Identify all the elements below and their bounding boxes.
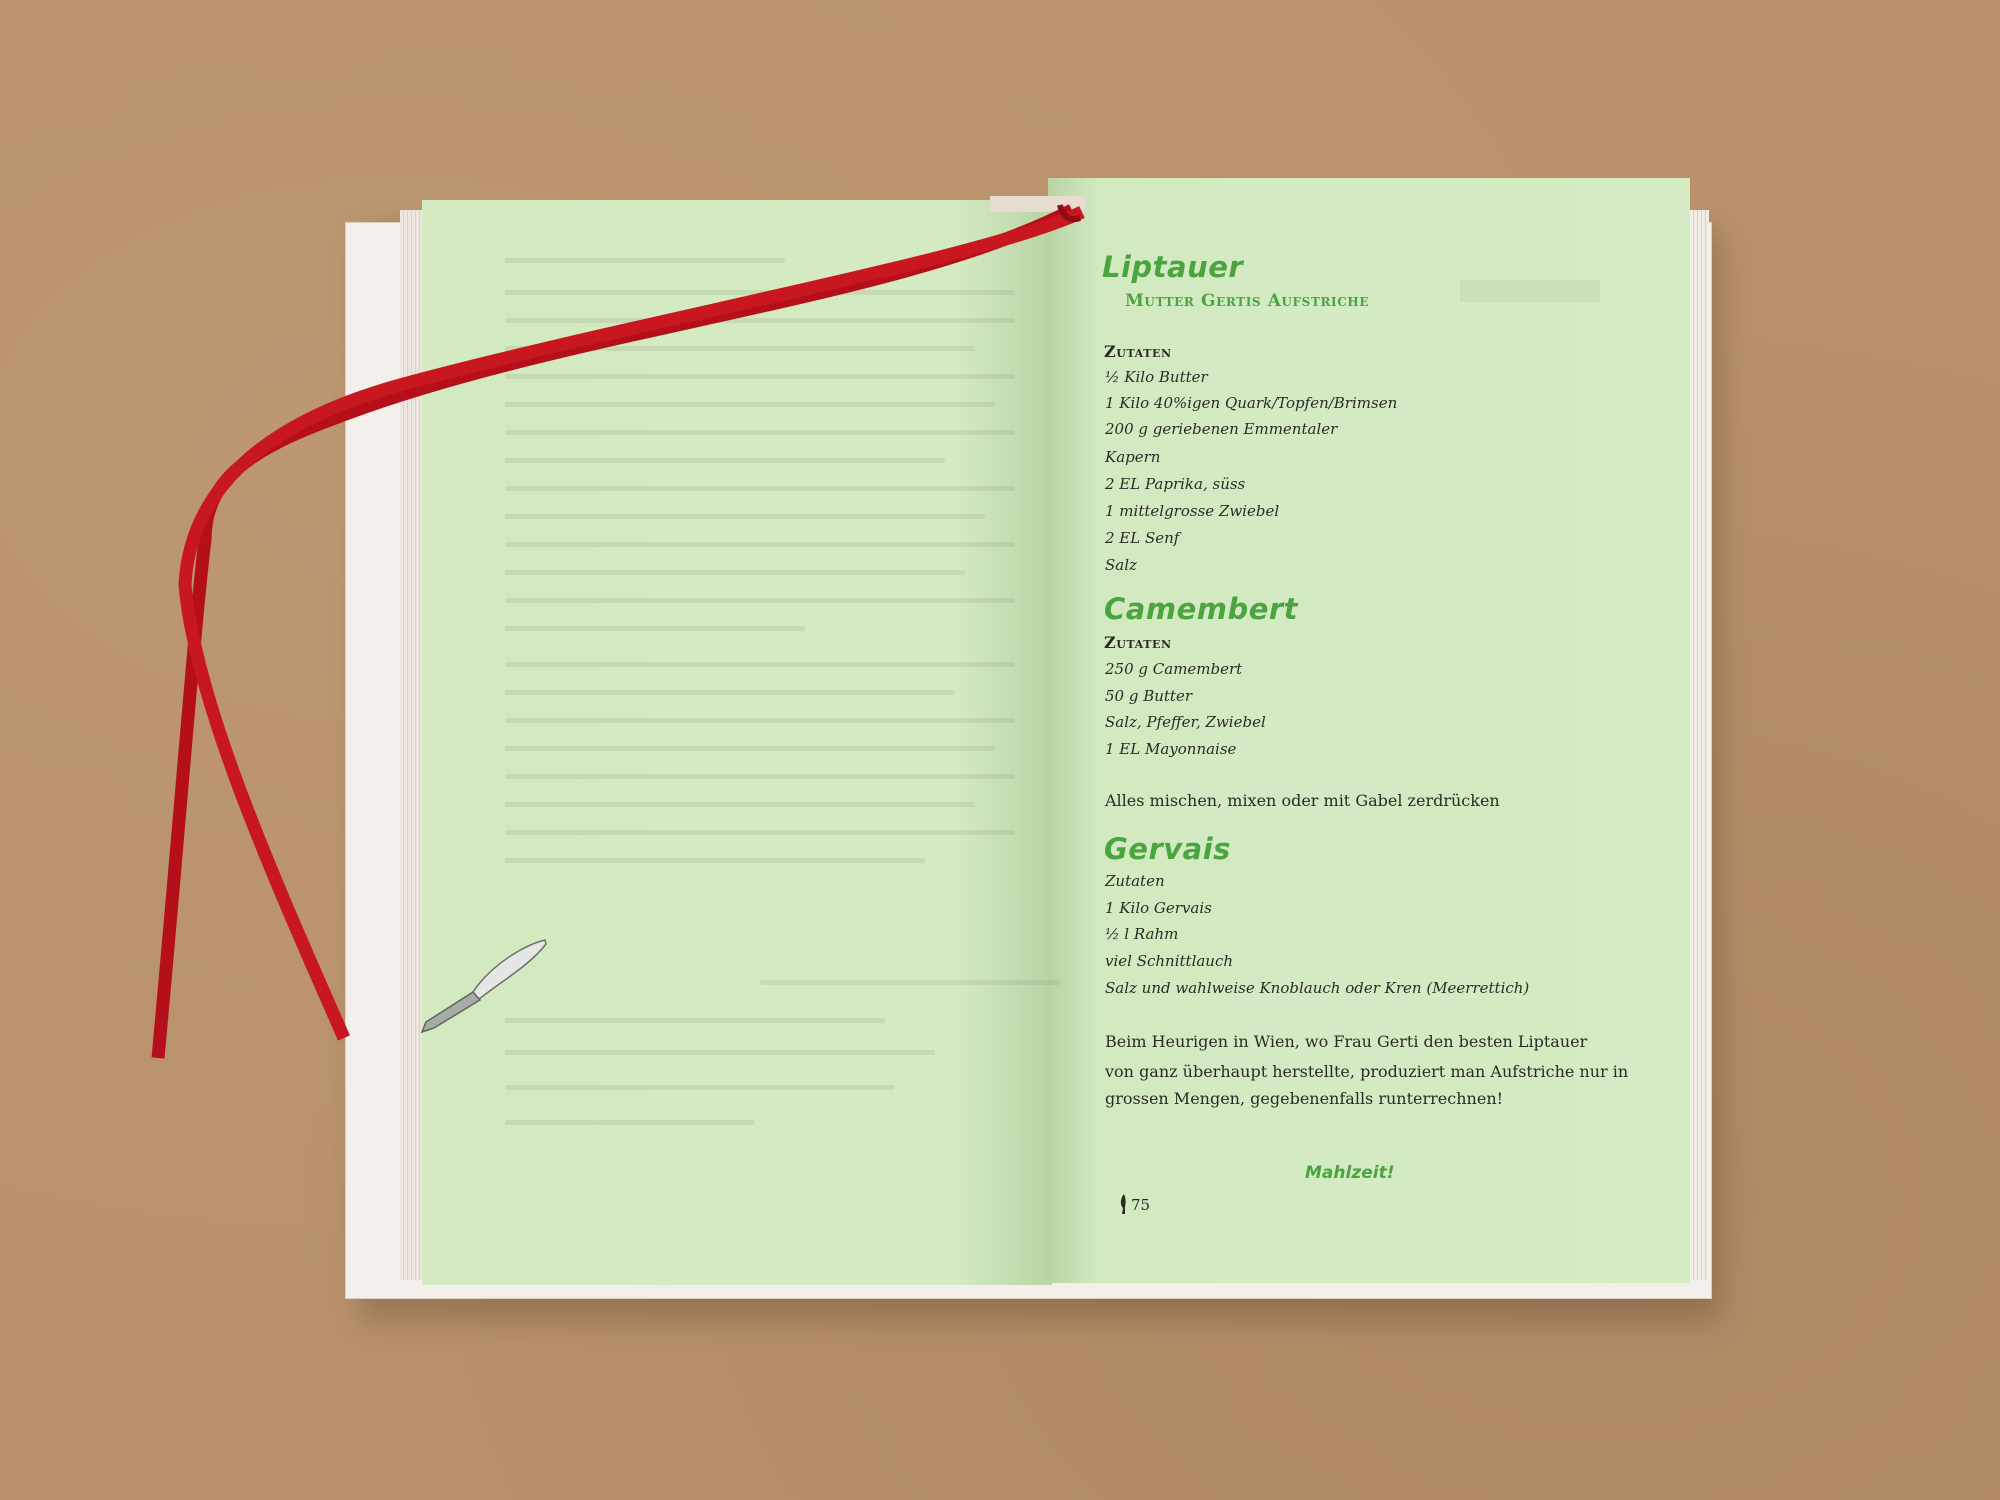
ribbon-bookmark <box>151 204 1085 1059</box>
